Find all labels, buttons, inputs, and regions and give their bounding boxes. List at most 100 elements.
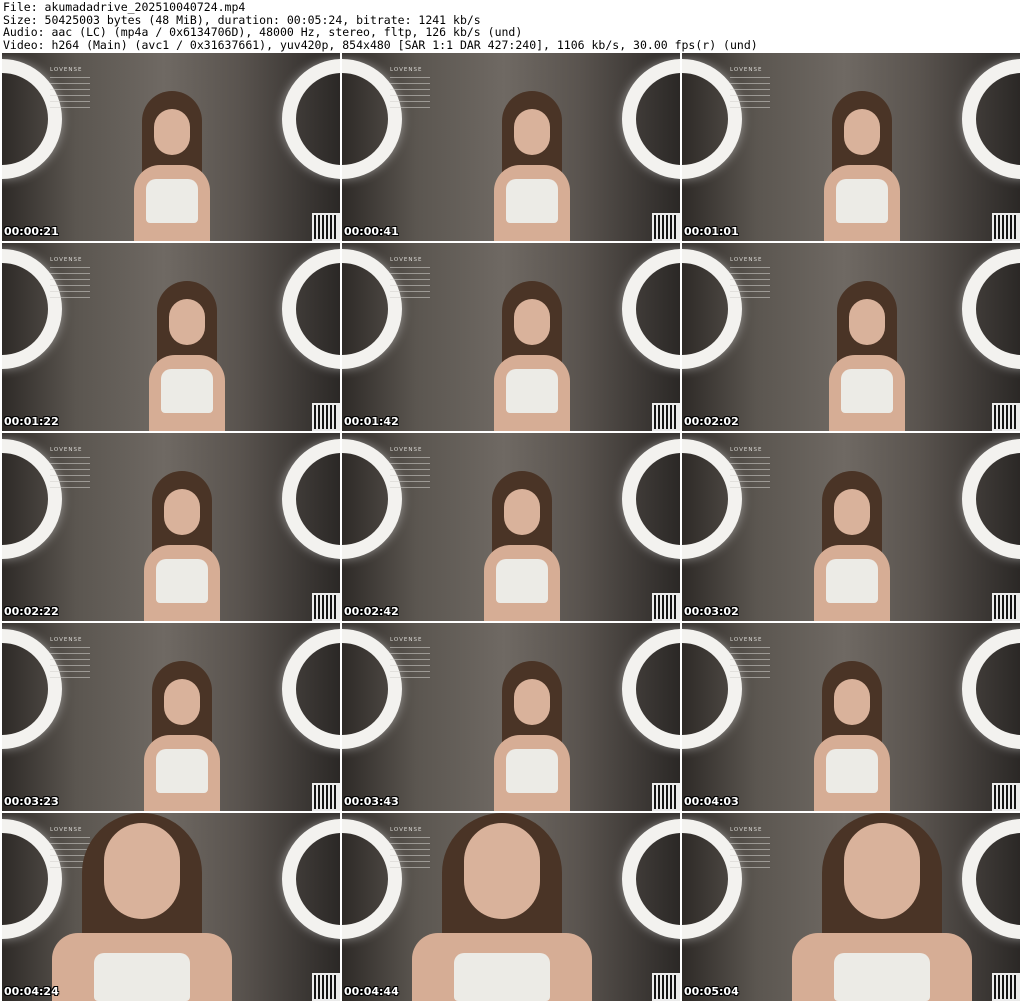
overlay-brand-label: LOVENSE — [390, 447, 423, 453]
qr-code-icon — [652, 593, 680, 621]
qr-code-icon — [312, 973, 340, 1001]
timestamp-label: 00:03:23 — [4, 795, 59, 808]
person-figure — [792, 471, 912, 621]
overlay-brand-label: LOVENSE — [730, 827, 763, 833]
ring-light-right — [622, 439, 680, 559]
person-figure — [42, 813, 242, 1001]
ring-light-right — [622, 59, 680, 179]
overlay-table-lines — [50, 457, 90, 491]
figure-top — [506, 369, 558, 413]
ring-light-right — [282, 59, 340, 179]
overlay-panel: LOVENSE — [390, 257, 430, 303]
thumbnail-frame: LOVENSE 00:00:21 — [2, 53, 340, 241]
overlay-panel: LOVENSE — [730, 67, 770, 113]
overlay-panel: LOVENSE — [730, 827, 770, 873]
overlay-table-lines — [390, 77, 430, 111]
person-figure — [472, 661, 592, 811]
ring-light-right — [282, 439, 340, 559]
thumbnail-frame: LOVENSE 00:03:23 — [2, 623, 340, 811]
thumbnail-frame: LOVENSE 00:01:42 — [342, 243, 680, 431]
ring-light-right — [622, 629, 680, 749]
figure-top — [94, 953, 190, 1001]
person-figure — [122, 471, 242, 621]
qr-code-icon — [992, 783, 1020, 811]
overlay-brand-label: LOVENSE — [50, 447, 83, 453]
figure-top — [826, 749, 878, 793]
figure-top — [506, 749, 558, 793]
overlay-brand-label: LOVENSE — [50, 67, 83, 73]
thumbnail-frame: LOVENSE 00:02:22 — [2, 433, 340, 621]
qr-code-icon — [312, 783, 340, 811]
thumbnail-frame: LOVENSE 00:03:43 — [342, 623, 680, 811]
person-figure — [402, 813, 602, 1001]
thumbnail-frame: LOVENSE 00:02:42 — [342, 433, 680, 621]
figure-top — [156, 559, 208, 603]
timestamp-label: 00:00:21 — [4, 225, 59, 238]
qr-code-icon — [312, 213, 340, 241]
figure-top — [826, 559, 878, 603]
figure-face — [844, 109, 880, 155]
figure-face — [154, 109, 190, 155]
figure-top — [841, 369, 893, 413]
overlay-table-lines — [730, 267, 770, 301]
timestamp-label: 00:05:04 — [684, 985, 739, 998]
thumbnail-frame: LOVENSE 00:02:02 — [682, 243, 1020, 431]
qr-code-icon — [992, 213, 1020, 241]
ring-light-right — [962, 59, 1020, 179]
overlay-table-lines — [730, 647, 770, 681]
timestamp-label: 00:02:02 — [684, 415, 739, 428]
timestamp-label: 00:04:24 — [4, 985, 59, 998]
thumbnail-frame: LOVENSE 00:00:41 — [342, 53, 680, 241]
file-metadata: File: akumadadrive_202510040724.mp4 Size:… — [3, 1, 758, 51]
overlay-table-lines — [390, 647, 430, 681]
figure-face — [514, 109, 550, 155]
overlay-table-lines — [730, 77, 770, 111]
overlay-panel: LOVENSE — [50, 447, 90, 493]
thumbnail-grid: LOVENSE 00:00:21 LOVENSE 00:00:41 LOVENSE 00:… — [2, 53, 1022, 1001]
thumbnail-frame: LOVENSE 00:04:03 — [682, 623, 1020, 811]
qr-code-icon — [992, 593, 1020, 621]
figure-top — [146, 179, 198, 223]
person-figure — [807, 281, 927, 431]
overlay-panel: LOVENSE — [730, 637, 770, 683]
figure-face — [514, 299, 550, 345]
overlay-table-lines — [50, 647, 90, 681]
qr-code-icon — [312, 403, 340, 431]
figure-face — [504, 489, 540, 535]
overlay-brand-label: LOVENSE — [730, 447, 763, 453]
timestamp-label: 00:01:42 — [344, 415, 399, 428]
person-figure — [782, 813, 982, 1001]
timestamp-label: 00:04:03 — [684, 795, 739, 808]
timestamp-label: 00:04:44 — [344, 985, 399, 998]
person-figure — [112, 91, 232, 241]
file-name-line: File: akumadadrive_202510040724.mp4 — [3, 0, 246, 14]
person-figure — [127, 281, 247, 431]
qr-code-icon — [652, 213, 680, 241]
thumbnail-frame: LOVENSE 00:04:44 — [342, 813, 680, 1001]
overlay-brand-label: LOVENSE — [730, 257, 763, 263]
figure-top — [156, 749, 208, 793]
overlay-panel: LOVENSE — [390, 637, 430, 683]
ring-light-right — [282, 629, 340, 749]
overlay-panel: LOVENSE — [50, 257, 90, 303]
overlay-panel: LOVENSE — [390, 67, 430, 113]
timestamp-label: 00:02:22 — [4, 605, 59, 618]
timestamp-label: 00:03:02 — [684, 605, 739, 618]
ring-light-right — [282, 819, 340, 939]
timestamp-label: 00:01:22 — [4, 415, 59, 428]
person-figure — [792, 661, 912, 811]
overlay-brand-label: LOVENSE — [50, 637, 83, 643]
qr-code-icon — [652, 783, 680, 811]
figure-face — [464, 823, 540, 919]
contact-sheet: File: akumadadrive_202510040724.mp4 Size:… — [0, 0, 1024, 1003]
figure-face — [104, 823, 180, 919]
overlay-table-lines — [50, 267, 90, 301]
qr-code-icon — [312, 593, 340, 621]
figure-top — [161, 369, 213, 413]
thumbnail-frame: LOVENSE 00:01:22 — [2, 243, 340, 431]
person-figure — [122, 661, 242, 811]
overlay-brand-label: LOVENSE — [730, 67, 763, 73]
person-figure — [802, 91, 922, 241]
overlay-table-lines — [390, 457, 430, 491]
qr-code-icon — [992, 973, 1020, 1001]
